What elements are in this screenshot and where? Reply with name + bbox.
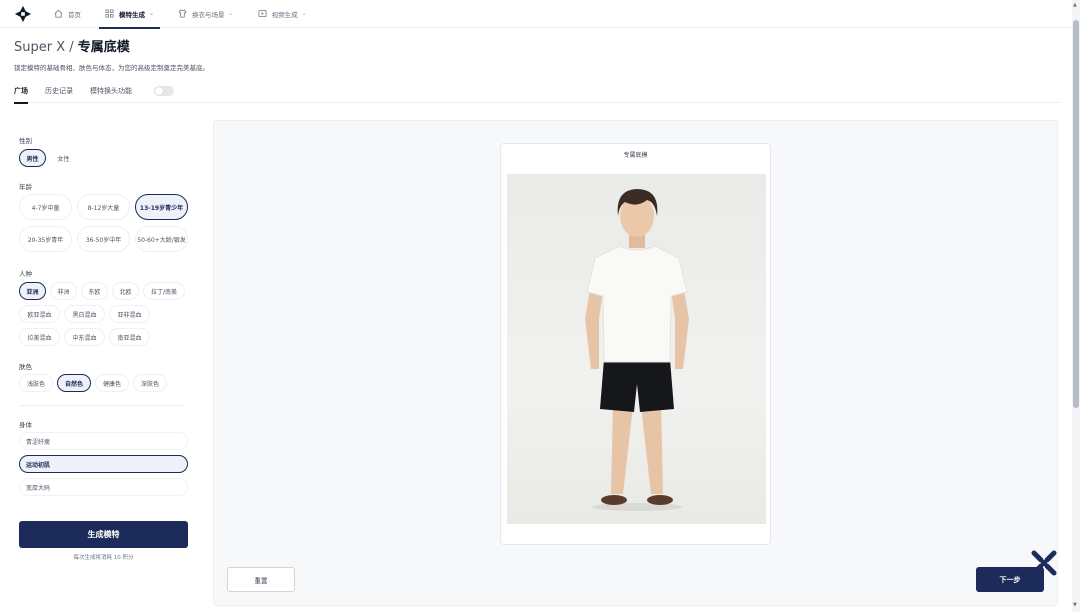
ethnicity-option-nordic[interactable]: 北欧: [112, 282, 139, 300]
nav-item-outfit-scene[interactable]: 换衣与场景 ⌄: [172, 0, 240, 28]
nav-label: 模特生成: [119, 10, 145, 19]
ethnicity-option-south-asian[interactable]: 南亚混血: [109, 328, 150, 346]
age-option-8-12[interactable]: 8-12岁大童: [77, 194, 130, 220]
age-option-20-35[interactable]: 20-35岁青年: [19, 226, 72, 252]
video-icon: [258, 9, 267, 18]
model-photo: [507, 174, 766, 524]
scroll-thumb[interactable]: [1073, 20, 1079, 408]
body-option-athletic[interactable]: 运动初肌: [19, 455, 188, 473]
ethnicity-option-afro-asian[interactable]: 亚非混血: [109, 305, 150, 323]
scroll-up-icon[interactable]: ▲: [1073, 2, 1077, 8]
chevron-down-icon: ⌄: [149, 10, 155, 17]
cost-note: 每次生成将消耗 10 积分: [73, 555, 134, 561]
ethnicity-label: 人种: [19, 270, 32, 278]
home-icon: [54, 9, 63, 18]
skin-option-light[interactable]: 浅肤色: [19, 374, 53, 392]
preview-card-title: 专属底模: [623, 152, 648, 159]
body-label: 身体: [19, 421, 32, 429]
face-swap-toggle[interactable]: [154, 86, 174, 96]
ethnicity-option-asian[interactable]: 亚洲: [19, 282, 46, 300]
scroll-down-icon[interactable]: ▼: [1073, 602, 1077, 608]
generate-model-button[interactable]: 生成模特: [19, 521, 188, 548]
grid-icon: [105, 9, 114, 18]
model-figure-illustration: [585, 189, 689, 511]
reset-button[interactable]: 重置: [227, 567, 295, 592]
assistant-logo-icon[interactable]: [1030, 549, 1058, 577]
age-option-4-7[interactable]: 4-7岁中童: [19, 194, 72, 220]
ethnicity-option-eastern-european[interactable]: 东欧: [81, 282, 108, 300]
title-main: 专属底模: [77, 40, 130, 55]
tab-history[interactable]: 历史记录: [45, 80, 73, 103]
body-option-slim[interactable]: 青涩纤瘦: [19, 432, 188, 450]
age-label: 年龄: [19, 183, 32, 191]
skin-option-healthy[interactable]: 健康色: [95, 374, 129, 392]
app-root: 首页 模特生成 ⌄ 换衣与场景 ⌄ 视频生成 ⌄ Super X / 专属底模 …: [0, 0, 1080, 612]
ethnicity-option-african[interactable]: 非洲: [50, 282, 77, 300]
brand-logo[interactable]: [14, 5, 32, 23]
age-option-50-60[interactable]: 50-60+大龄/银发: [135, 226, 188, 252]
gender-option-male[interactable]: 男性: [19, 149, 46, 167]
skin-label: 肤色: [19, 363, 32, 371]
page-title: Super X / 专属底模: [14, 36, 130, 55]
nav-label: 换衣与场景: [192, 10, 225, 19]
nav-label: 视频生成: [271, 10, 298, 19]
ethnicity-option-eurasian[interactable]: 欧亚混血: [19, 305, 60, 323]
nav-item-video-generation[interactable]: 视频生成 ⌄: [252, 0, 313, 28]
nav-item-home[interactable]: 首页: [48, 0, 87, 28]
skin-option-natural[interactable]: 自然色: [57, 374, 91, 392]
ethnicity-option-black-white[interactable]: 黑白混血: [64, 305, 105, 323]
ethnicity-option-latin[interactable]: 拉丁/南美: [143, 282, 185, 300]
face-swap-label: 模特换头功能: [90, 87, 132, 95]
preview-card: 专属底模: [500, 143, 771, 545]
tab-bar: 广场 历史记录 模特换头功能: [14, 80, 1060, 104]
chevron-down-icon: ⌄: [228, 10, 234, 17]
skin-option-dark[interactable]: 深肤色: [133, 374, 167, 392]
top-nav: 首页 模特生成 ⌄ 换衣与场景 ⌄ 视频生成 ⌄: [0, 0, 1072, 29]
age-option-36-50[interactable]: 36-50岁中年: [77, 226, 130, 252]
title-prefix: Super X /: [14, 40, 74, 55]
body-option-plus[interactable]: 宽厚大码: [19, 478, 188, 496]
nav-label: 首页: [68, 10, 81, 19]
age-option-13-19[interactable]: 13-19岁青少年: [135, 194, 188, 220]
tab-plaza[interactable]: 广场: [14, 80, 28, 104]
page-subtitle: 锁定模特的基础骨相、肤色与体态，为您的高级定制奠定完美基底。: [14, 64, 209, 72]
gender-label: 性别: [19, 137, 32, 145]
divider: [19, 405, 185, 406]
ethnicity-option-middle-eastern[interactable]: 中东混血: [64, 328, 105, 346]
ethnicity-option-latin-mixed[interactable]: 拉美混血: [19, 328, 60, 346]
shirt-icon: [178, 9, 187, 18]
chevron-down-icon: ⌄: [301, 10, 307, 17]
gender-option-female[interactable]: 女性: [50, 149, 77, 167]
page-scrollbar[interactable]: ▲ ▼: [1072, 0, 1080, 612]
nav-item-model-generation[interactable]: 模特生成 ⌄: [99, 0, 161, 29]
